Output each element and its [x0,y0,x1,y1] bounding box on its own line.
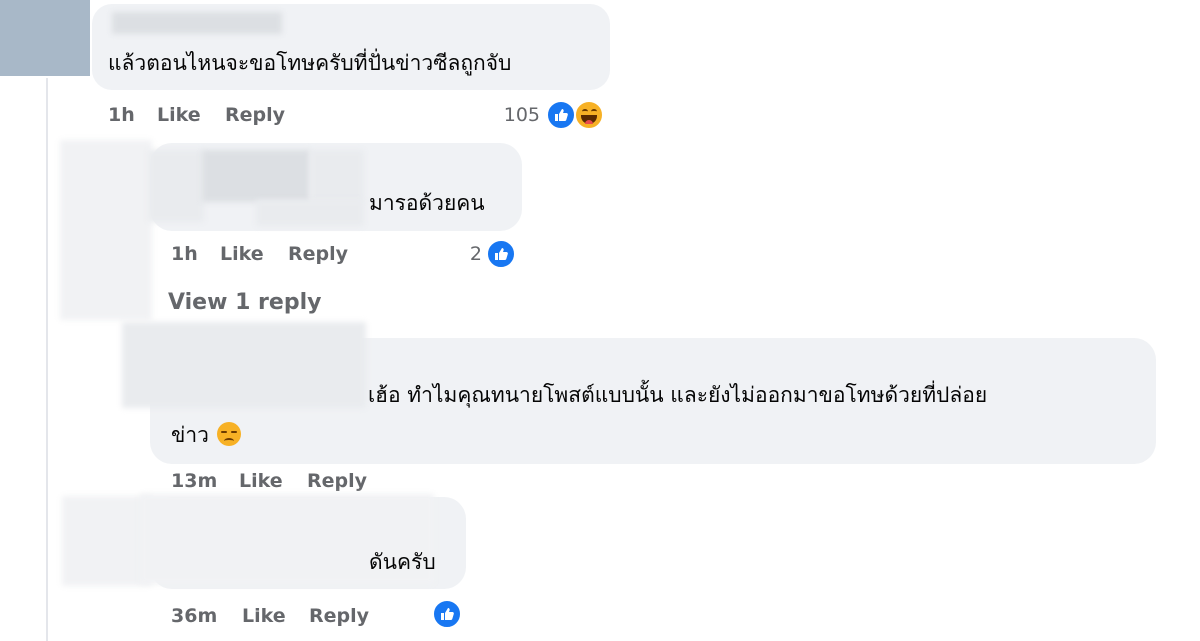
view-replies-button[interactable]: View 1 reply [168,290,321,315]
downcast-face-emoji [216,422,241,446]
comment-text-line1: เฮ้อ ทำไมคุณทนายโพสต์แบบนั้น และยังไม่ออ… [368,383,988,407]
comment-time[interactable]: 1h [171,243,198,265]
like-icon[interactable] [546,100,576,130]
haha-icon[interactable] [574,100,604,130]
avatar-redacted[interactable] [62,496,152,586]
avatar[interactable] [0,0,90,76]
like-button[interactable]: Like [157,104,201,126]
author-name-redacted[interactable] [256,200,364,226]
like-button[interactable]: Like [239,470,283,492]
reaction-count[interactable]: 2 [440,243,482,265]
comment-time[interactable]: 36m [171,605,217,627]
author-name-redacted[interactable] [112,12,282,34]
like-icon[interactable] [432,599,462,629]
like-button[interactable]: Like [242,605,286,627]
comment-time[interactable]: 13m [171,470,217,492]
comment-text: แล้วตอนไหนจะขอโทษครับที่ปั่นข่าวซีลถูกจั… [108,51,512,75]
comment-time[interactable]: 1h [108,104,135,126]
reply-button[interactable]: Reply [307,470,367,492]
author-name-redacted[interactable] [310,150,364,202]
author-name-redacted[interactable] [148,150,204,222]
reaction-count[interactable]: 105 [498,104,540,126]
comment-text: มารอด้วยคน [369,191,485,215]
comment-text-line2-text: ข่าว [171,423,209,447]
reply-button[interactable]: Reply [309,605,369,627]
author-name-redacted[interactable] [202,150,310,202]
like-button[interactable]: Like [220,243,264,265]
avatar-redacted[interactable] [122,322,366,408]
reply-button[interactable]: Reply [225,104,285,126]
avatar-redacted[interactable] [60,140,152,320]
reply-button[interactable]: Reply [288,243,348,265]
comment-text-line2: ข่าว [171,420,241,450]
comment-text: ดันครับ [369,550,436,574]
thread-line [46,78,48,641]
like-icon[interactable] [486,239,516,269]
